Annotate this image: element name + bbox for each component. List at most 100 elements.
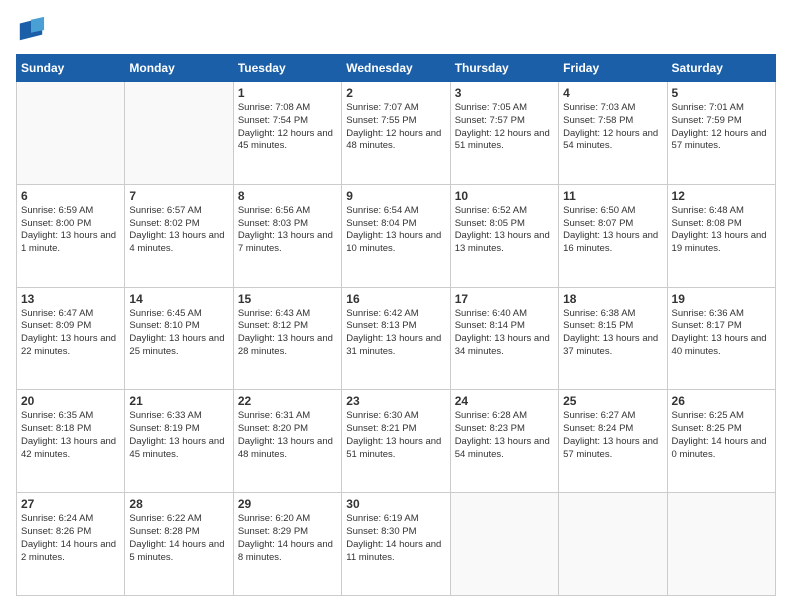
calendar-cell: 10 Sunrise: 6:52 AM Sunset: 8:05 PM Dayli… bbox=[450, 184, 558, 287]
calendar-cell bbox=[559, 493, 667, 596]
cell-daylight-text: Sunrise: 7:05 AM Sunset: 7:57 PM Dayligh… bbox=[455, 102, 554, 153]
cell-daylight-text: Sunrise: 6:57 AM Sunset: 8:02 PM Dayligh… bbox=[129, 205, 228, 256]
calendar-cell bbox=[667, 493, 775, 596]
cell-daylight-text: Sunrise: 6:50 AM Sunset: 8:07 PM Dayligh… bbox=[563, 205, 662, 256]
cell-daylight-text: Sunrise: 6:40 AM Sunset: 8:14 PM Dayligh… bbox=[455, 308, 554, 359]
header bbox=[16, 16, 776, 44]
cell-daylight-text: Sunrise: 7:01 AM Sunset: 7:59 PM Dayligh… bbox=[672, 102, 771, 153]
day-number: 10 bbox=[455, 189, 554, 203]
calendar-cell: 22Sunrise: 6:31 AM Sunset: 8:20 PM Dayli… bbox=[233, 390, 341, 493]
cell-daylight-text: Sunrise: 6:36 AM Sunset: 8:17 PM Dayligh… bbox=[672, 308, 771, 359]
cell-daylight-text: Sunrise: 7:08 AM Sunset: 7:54 PM Dayligh… bbox=[238, 102, 337, 153]
cell-daylight-text: Sunrise: 6:56 AM Sunset: 8:03 PM Dayligh… bbox=[238, 205, 337, 256]
day-header-tuesday: Tuesday bbox=[233, 55, 341, 82]
cell-daylight-text: Sunrise: 7:03 AM Sunset: 7:58 PM Dayligh… bbox=[563, 102, 662, 153]
calendar-cell: 11 Sunrise: 6:50 AM Sunset: 8:07 PM Dayli… bbox=[559, 184, 667, 287]
calendar-cell: 9 Sunrise: 6:54 AM Sunset: 8:04 PM Daylig… bbox=[342, 184, 450, 287]
day-number: 14 bbox=[129, 292, 228, 306]
day-number: 24 bbox=[455, 394, 554, 408]
day-number: 16 bbox=[346, 292, 445, 306]
cell-daylight-text: Sunrise: 6:52 AM Sunset: 8:05 PM Dayligh… bbox=[455, 205, 554, 256]
calendar-cell: 15 Sunrise: 6:43 AM Sunset: 8:12 PM Dayli… bbox=[233, 287, 341, 390]
day-number: 13 bbox=[21, 292, 120, 306]
cell-daylight-text: Sunrise: 6:27 AM Sunset: 8:24 PM Dayligh… bbox=[563, 410, 662, 461]
calendar-cell: 21 Sunrise: 6:33 AM Sunset: 8:19 PM Dayli… bbox=[125, 390, 233, 493]
day-number: 9 bbox=[346, 189, 445, 203]
day-number: 4 bbox=[563, 86, 662, 100]
calendar-row-4: 27 Sunrise: 6:24 AM Sunset: 8:26 PM Dayli… bbox=[17, 493, 776, 596]
day-number: 19 bbox=[672, 292, 771, 306]
calendar-row-1: 6 Sunrise: 6:59 AM Sunset: 8:00 PM Daylig… bbox=[17, 184, 776, 287]
day-number: 20 bbox=[21, 394, 120, 408]
calendar-cell: 18Sunrise: 6:38 AM Sunset: 8:15 PM Dayli… bbox=[559, 287, 667, 390]
cell-daylight-text: Sunrise: 6:54 AM Sunset: 8:04 PM Dayligh… bbox=[346, 205, 445, 256]
calendar-cell: 17 Sunrise: 6:40 AM Sunset: 8:14 PM Dayli… bbox=[450, 287, 558, 390]
calendar-cell bbox=[125, 82, 233, 185]
day-number: 23 bbox=[346, 394, 445, 408]
calendar-cell: 5 Sunrise: 7:01 AM Sunset: 7:59 PM Daylig… bbox=[667, 82, 775, 185]
day-number: 21 bbox=[129, 394, 228, 408]
day-number: 15 bbox=[238, 292, 337, 306]
calendar-cell: 12 Sunrise: 6:48 AM Sunset: 8:08 PM Dayli… bbox=[667, 184, 775, 287]
calendar-cell: 29 Sunrise: 6:20 AM Sunset: 8:29 PM Dayli… bbox=[233, 493, 341, 596]
day-number: 12 bbox=[672, 189, 771, 203]
day-header-friday: Friday bbox=[559, 55, 667, 82]
day-number: 17 bbox=[455, 292, 554, 306]
day-number: 25 bbox=[563, 394, 662, 408]
page: SundayMondayTuesdayWednesdayThursdayFrid… bbox=[0, 0, 792, 612]
cell-daylight-text: Sunrise: 6:45 AM Sunset: 8:10 PM Dayligh… bbox=[129, 308, 228, 359]
day-header-sunday: Sunday bbox=[17, 55, 125, 82]
calendar-cell: 26 Sunrise: 6:25 AM Sunset: 8:25 PM Dayli… bbox=[667, 390, 775, 493]
calendar-row-0: 1Sunrise: 7:08 AM Sunset: 7:54 PM Daylig… bbox=[17, 82, 776, 185]
cell-daylight-text: Sunrise: 6:38 AM Sunset: 8:15 PM Dayligh… bbox=[563, 308, 662, 359]
calendar-header-row: SundayMondayTuesdayWednesdayThursdayFrid… bbox=[17, 55, 776, 82]
calendar-cell: 24 Sunrise: 6:28 AM Sunset: 8:23 PM Dayli… bbox=[450, 390, 558, 493]
day-header-monday: Monday bbox=[125, 55, 233, 82]
calendar-cell: 13 Sunrise: 6:47 AM Sunset: 8:09 PM Dayli… bbox=[17, 287, 125, 390]
calendar-cell: 28Sunrise: 6:22 AM Sunset: 8:28 PM Dayli… bbox=[125, 493, 233, 596]
day-number: 11 bbox=[563, 189, 662, 203]
calendar-cell: 27 Sunrise: 6:24 AM Sunset: 8:26 PM Dayli… bbox=[17, 493, 125, 596]
calendar-cell bbox=[17, 82, 125, 185]
calendar-table: SundayMondayTuesdayWednesdayThursdayFrid… bbox=[16, 54, 776, 596]
calendar-cell: 16 Sunrise: 6:42 AM Sunset: 8:13 PM Dayli… bbox=[342, 287, 450, 390]
cell-daylight-text: Sunrise: 6:48 AM Sunset: 8:08 PM Dayligh… bbox=[672, 205, 771, 256]
calendar-row-3: 20 Sunrise: 6:35 AM Sunset: 8:18 PM Dayli… bbox=[17, 390, 776, 493]
day-number: 5 bbox=[672, 86, 771, 100]
day-header-wednesday: Wednesday bbox=[342, 55, 450, 82]
cell-daylight-text: Sunrise: 6:28 AM Sunset: 8:23 PM Dayligh… bbox=[455, 410, 554, 461]
cell-daylight-text: Sunrise: 6:35 AM Sunset: 8:18 PM Dayligh… bbox=[21, 410, 120, 461]
calendar-cell: 6 Sunrise: 6:59 AM Sunset: 8:00 PM Daylig… bbox=[17, 184, 125, 287]
cell-daylight-text: Sunrise: 6:19 AM Sunset: 8:30 PM Dayligh… bbox=[346, 513, 445, 564]
calendar-cell: 30 Sunrise: 6:19 AM Sunset: 8:30 PM Dayli… bbox=[342, 493, 450, 596]
cell-daylight-text: Sunrise: 6:33 AM Sunset: 8:19 PM Dayligh… bbox=[129, 410, 228, 461]
logo bbox=[16, 16, 50, 44]
day-number: 8 bbox=[238, 189, 337, 203]
calendar-cell bbox=[450, 493, 558, 596]
cell-daylight-text: Sunrise: 6:22 AM Sunset: 8:28 PM Dayligh… bbox=[129, 513, 228, 564]
calendar-cell: 4 Sunrise: 7:03 AM Sunset: 7:58 PM Daylig… bbox=[559, 82, 667, 185]
day-header-thursday: Thursday bbox=[450, 55, 558, 82]
cell-daylight-text: Sunrise: 6:20 AM Sunset: 8:29 PM Dayligh… bbox=[238, 513, 337, 564]
cell-daylight-text: Sunrise: 6:31 AM Sunset: 8:20 PM Dayligh… bbox=[238, 410, 337, 461]
day-number: 2 bbox=[346, 86, 445, 100]
day-header-saturday: Saturday bbox=[667, 55, 775, 82]
calendar-cell: 1Sunrise: 7:08 AM Sunset: 7:54 PM Daylig… bbox=[233, 82, 341, 185]
cell-daylight-text: Sunrise: 6:42 AM Sunset: 8:13 PM Dayligh… bbox=[346, 308, 445, 359]
day-number: 26 bbox=[672, 394, 771, 408]
day-number: 27 bbox=[21, 497, 120, 511]
cell-daylight-text: Sunrise: 6:47 AM Sunset: 8:09 PM Dayligh… bbox=[21, 308, 120, 359]
calendar-cell: 3 Sunrise: 7:05 AM Sunset: 7:57 PM Daylig… bbox=[450, 82, 558, 185]
day-number: 6 bbox=[21, 189, 120, 203]
calendar-cell: 2Sunrise: 7:07 AM Sunset: 7:55 PM Daylig… bbox=[342, 82, 450, 185]
cell-daylight-text: Sunrise: 6:30 AM Sunset: 8:21 PM Dayligh… bbox=[346, 410, 445, 461]
day-number: 3 bbox=[455, 86, 554, 100]
calendar-cell: 23 Sunrise: 6:30 AM Sunset: 8:21 PM Dayli… bbox=[342, 390, 450, 493]
cell-daylight-text: Sunrise: 6:43 AM Sunset: 8:12 PM Dayligh… bbox=[238, 308, 337, 359]
logo-icon bbox=[16, 16, 46, 44]
cell-daylight-text: Sunrise: 6:24 AM Sunset: 8:26 PM Dayligh… bbox=[21, 513, 120, 564]
day-number: 30 bbox=[346, 497, 445, 511]
cell-daylight-text: Sunrise: 6:59 AM Sunset: 8:00 PM Dayligh… bbox=[21, 205, 120, 256]
cell-daylight-text: Sunrise: 6:25 AM Sunset: 8:25 PM Dayligh… bbox=[672, 410, 771, 461]
day-number: 29 bbox=[238, 497, 337, 511]
